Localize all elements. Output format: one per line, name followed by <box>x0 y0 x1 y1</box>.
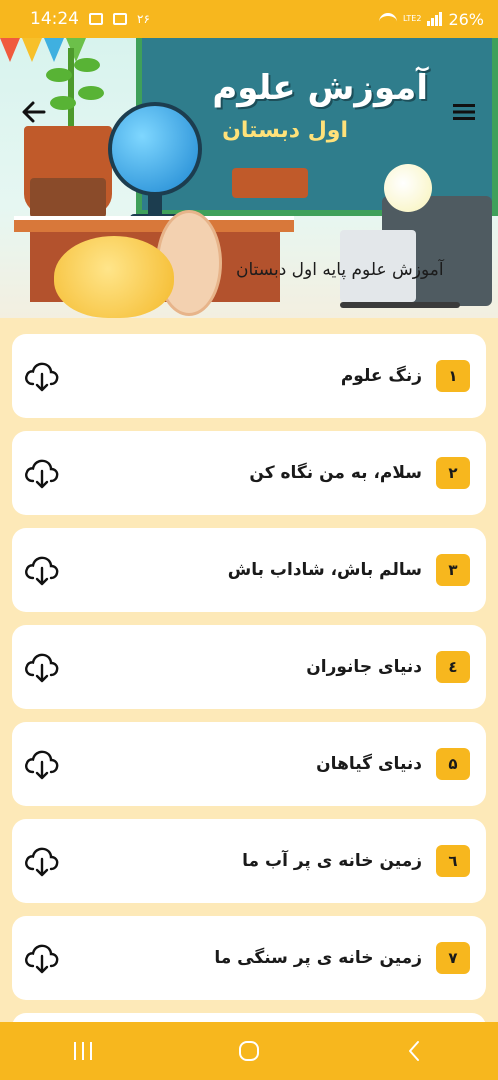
chair-illustration <box>232 168 308 198</box>
cloud-download-icon <box>25 653 59 683</box>
cloud-download-icon <box>25 847 59 877</box>
lesson-item[interactable]: ۲ سلام، به من نگاه کن <box>12 431 486 515</box>
lesson-title: زنگ علوم <box>340 366 422 386</box>
leaf-illustration <box>50 96 76 110</box>
network-label: LTE2 <box>403 14 422 23</box>
lesson-item[interactable]: ۳ سالم باش، شاداب باش <box>12 528 486 612</box>
menu-button[interactable] <box>450 98 478 126</box>
lesson-item[interactable]: ٦ زمین خانه ی پر آب ما <box>12 819 486 903</box>
back-button[interactable] <box>20 98 48 126</box>
globe-illustration <box>108 102 202 196</box>
lesson-list: ۱ زنگ علوم ۲ سلام، به من نگاه کن ۳ سالم … <box>0 318 498 1022</box>
leaf-illustration <box>78 86 104 100</box>
lesson-item[interactable]: ۵ دنیای گیاهان <box>12 722 486 806</box>
cloud-download-icon <box>25 750 59 780</box>
lesson-number-badge: ۳ <box>436 554 470 586</box>
lesson-title: دنیای گیاهان <box>316 754 422 774</box>
recent-apps-button[interactable] <box>68 1036 98 1066</box>
cloud-download-icon <box>25 944 59 974</box>
download-button[interactable] <box>22 938 62 978</box>
download-button[interactable] <box>22 841 62 881</box>
status-left: 14:24 ۲۶ <box>30 9 150 29</box>
download-button[interactable] <box>22 744 62 784</box>
download-button[interactable] <box>22 356 62 396</box>
lesson-number-badge: ۲ <box>436 457 470 489</box>
system-navigation-bar <box>0 1022 498 1080</box>
lesson-info: ۳ سالم باش، شاداب باش <box>228 554 470 586</box>
screen-icon <box>113 13 127 25</box>
cloud-download-icon <box>25 556 59 586</box>
battery-level: 26% <box>448 9 484 29</box>
lesson-title: سالم باش، شاداب باش <box>227 560 422 580</box>
lesson-number-badge: ٤ <box>436 651 470 683</box>
home-icon <box>239 1041 259 1061</box>
gallery-icon <box>89 13 103 25</box>
lesson-item[interactable]: ٤ دنیای جانوران <box>12 625 486 709</box>
lesson-title: دنیای جانوران <box>306 657 422 677</box>
lesson-number-badge: ۱ <box>436 360 470 392</box>
download-button[interactable] <box>22 453 62 493</box>
lesson-title: سلام، به من نگاه کن <box>249 463 422 483</box>
lesson-item[interactable]: ۱ زنگ علوم <box>12 334 486 418</box>
back-nav-button[interactable] <box>400 1036 430 1066</box>
status-time: 14:24 <box>30 9 79 29</box>
download-button[interactable] <box>22 550 62 590</box>
arrow-left-icon <box>22 101 46 123</box>
recent-apps-icon <box>74 1042 92 1060</box>
home-button[interactable] <box>234 1036 264 1066</box>
cable-illustration <box>340 302 460 308</box>
plant-illustration <box>68 48 74 130</box>
lesson-number-badge: ۵ <box>436 748 470 780</box>
lesson-number-badge: ٦ <box>436 845 470 877</box>
lesson-info: ۷ زمین خانه ی پر سنگی ما <box>214 942 470 974</box>
leaf-illustration <box>46 68 72 82</box>
lesson-item[interactable]: ۷ زمین خانه ی پر سنگی ما <box>12 916 486 1000</box>
chick-illustration <box>54 236 174 318</box>
banner-title: آموزش علوم <box>212 68 428 108</box>
notification-count: ۲۶ <box>137 12 150 26</box>
leaf-illustration <box>74 58 100 72</box>
header-banner: آموزش علوم اول دبستان آموزش علوم پایه او… <box>0 38 498 318</box>
banner-subtitle: اول دبستان <box>222 118 348 143</box>
lesson-info: ۲ سلام، به من نگاه کن <box>249 457 470 489</box>
lesson-info: ٤ دنیای جانوران <box>306 651 470 683</box>
cloud-download-icon <box>25 362 59 392</box>
lesson-info: ۱ زنگ علوم <box>341 360 470 392</box>
lesson-item-partial[interactable] <box>12 1013 486 1022</box>
lesson-info: ۵ دنیای گیاهان <box>316 748 470 780</box>
lesson-info: ٦ زمین خانه ی پر آب ما <box>242 845 470 877</box>
desk-top-illustration <box>14 216 294 232</box>
lesson-number-badge: ۷ <box>436 942 470 974</box>
hamburger-menu-icon <box>453 104 475 120</box>
chevron-left-icon <box>409 1041 419 1061</box>
globe-stand-illustration <box>148 194 162 216</box>
page-caption: آموزش علوم پایه اول دبستان <box>236 260 444 280</box>
status-bar: 14:24 ۲۶ LTE2 26% <box>0 0 498 38</box>
download-button[interactable] <box>22 647 62 687</box>
lesson-title: زمین خانه ی پر سنگی ما <box>214 948 422 968</box>
signal-icon <box>427 12 443 26</box>
soil-illustration <box>30 178 106 218</box>
status-right: LTE2 26% <box>379 10 484 29</box>
light-bulb-illustration <box>384 164 432 212</box>
lesson-title: زمین خانه ی پر آب ما <box>242 851 422 871</box>
cloud-download-icon <box>25 459 59 489</box>
wifi-icon <box>379 13 398 25</box>
